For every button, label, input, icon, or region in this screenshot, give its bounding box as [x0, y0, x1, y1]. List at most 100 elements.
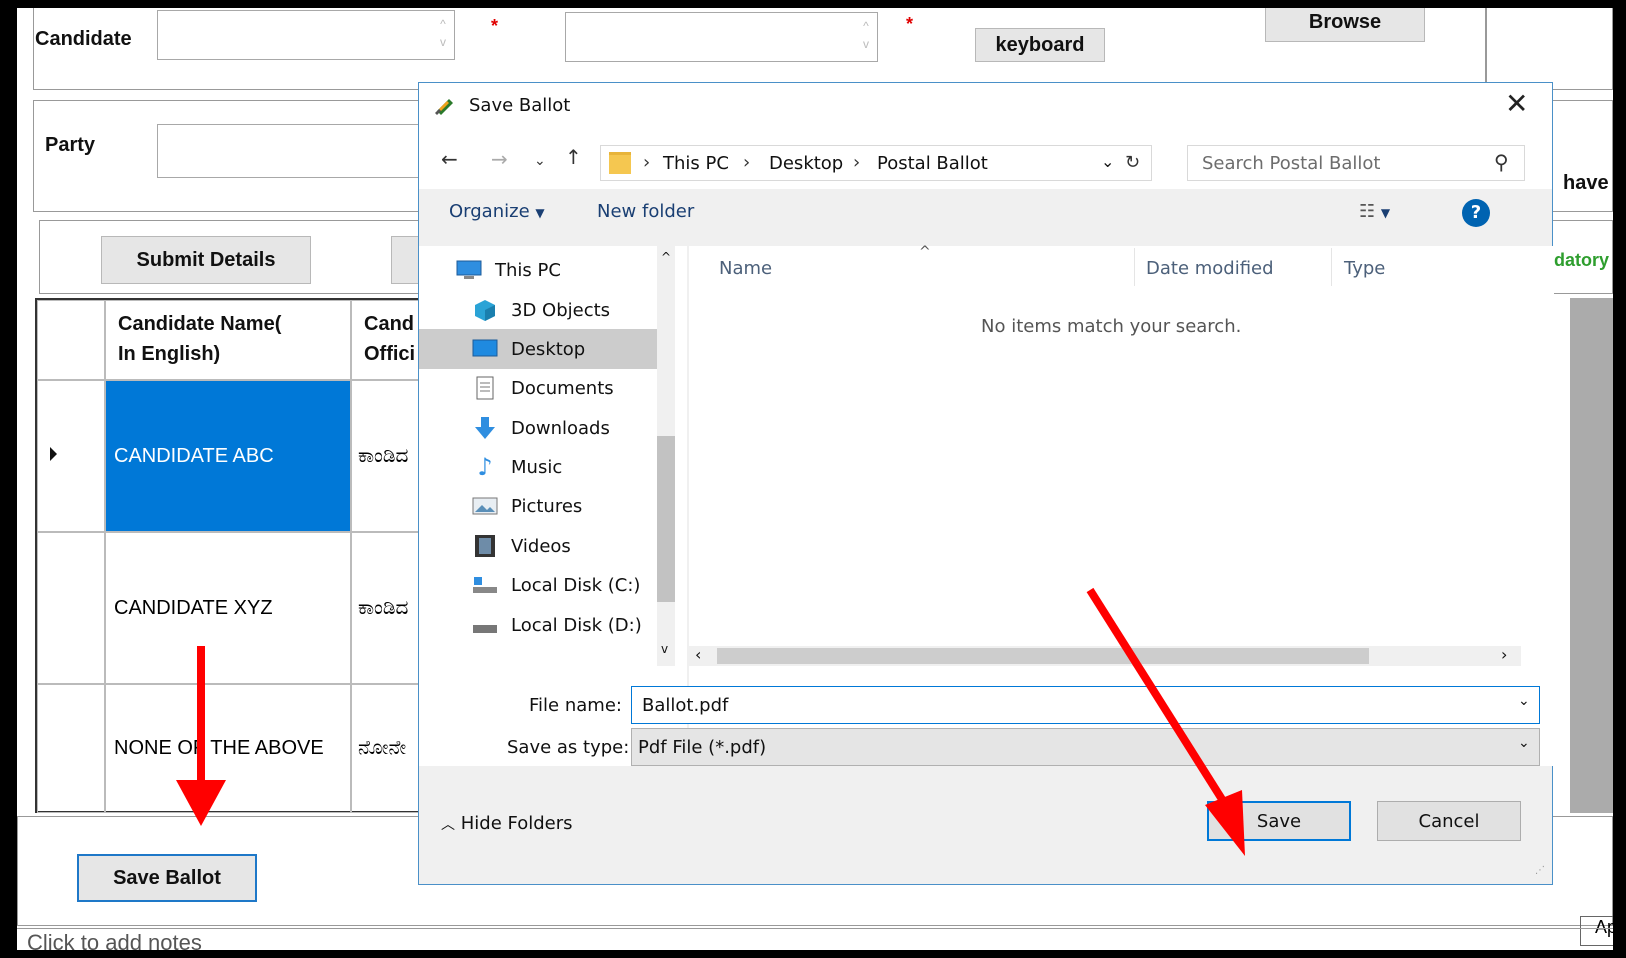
address-bar[interactable]: › This PC › Desktop › Postal Ballot ⌄ ↻ — [600, 145, 1152, 181]
scroll-left-icon[interactable]: ‹ — [695, 645, 701, 664]
dialog-title: Save Ballot — [469, 95, 571, 116]
scroll-arrows-icon[interactable]: ^ v — [857, 17, 875, 53]
save-ballot-button[interactable]: Save Ballot — [77, 854, 257, 902]
chevron-down-icon[interactable]: ⌄ — [1101, 152, 1114, 171]
dropdown-icon: ▼ — [535, 206, 545, 220]
row-selector[interactable] — [37, 684, 105, 813]
save-as-type-label: Save as type: — [507, 737, 630, 758]
breadcrumb-desktop[interactable]: Desktop — [769, 153, 843, 174]
notes-area[interactable]: Click to add notes — [17, 928, 1613, 950]
arrow-head-icon — [176, 780, 226, 826]
desktop-icon — [471, 337, 499, 361]
chevron-right-icon: › — [743, 152, 751, 173]
candidate-label: Candidate — [35, 28, 132, 50]
nav-item-music[interactable]: ♪ Music — [419, 447, 657, 487]
required-marker: * — [491, 16, 499, 36]
hide-folders-button[interactable]: ︿ Hide Folders — [441, 813, 573, 834]
row-selector[interactable] — [37, 532, 105, 684]
pictures-icon — [471, 494, 499, 518]
nav-item-documents[interactable]: Documents — [419, 368, 657, 408]
organize-menu[interactable]: Organize ▼ — [449, 201, 545, 222]
back-arrow-icon[interactable]: ← — [441, 147, 458, 171]
breadcrumb-this-pc[interactable]: This PC — [663, 153, 729, 174]
search-icon[interactable]: ⚲ — [1494, 150, 1509, 174]
chevron-right-icon: › — [853, 152, 861, 173]
grid-header-official: Cand Offici — [351, 300, 425, 380]
nav-item-local-disk-c[interactable]: Local Disk (C:) — [419, 565, 657, 605]
scroll-down-icon[interactable]: v — [661, 642, 668, 656]
annotation-arrow-left — [197, 646, 205, 782]
divider — [1485, 8, 1487, 90]
nav-item-3d-objects[interactable]: 3D Objects — [419, 290, 657, 330]
scroll-thumb[interactable] — [717, 648, 1369, 664]
party-label: Party — [45, 134, 96, 156]
browse-button[interactable]: Browse — [1265, 8, 1425, 42]
table-row-name[interactable]: CANDIDATE XYZ — [105, 532, 351, 684]
column-header-date[interactable]: Date modified — [1146, 258, 1274, 279]
save-as-type-value: Pdf File (*.pdf) — [638, 737, 767, 758]
row-selector[interactable] — [37, 380, 105, 532]
table-row-name[interactable]: CANDIDATE ABC — [105, 380, 351, 532]
view-options-icon[interactable]: ☷ ▼ — [1359, 201, 1390, 222]
save-dialog: Save Ballot ✕ ← → ⌄ ↑ › This PC › Deskto… — [418, 82, 1554, 885]
local-disk-d-icon — [471, 613, 499, 637]
nav-item-videos[interactable]: Videos — [419, 526, 657, 566]
downloads-icon — [471, 416, 499, 440]
search-placeholder: Search Postal Ballot — [1202, 153, 1381, 174]
chevron-down-icon[interactable]: ⌄ — [1518, 735, 1530, 751]
required-marker: * — [906, 14, 914, 34]
resize-grip-icon[interactable]: ⋰ — [1535, 865, 1545, 876]
grid-empty-area — [1570, 298, 1613, 813]
nav-item-downloads[interactable]: Downloads — [419, 408, 657, 448]
up-arrow-icon[interactable]: ↑ — [565, 145, 582, 169]
refresh-icon[interactable]: ↻ — [1125, 152, 1140, 173]
sort-up-icon: ^ — [919, 244, 931, 260]
documents-icon — [471, 376, 499, 400]
nav-item-pictures[interactable]: Pictures — [419, 486, 657, 526]
close-icon[interactable]: ✕ — [1505, 87, 1528, 120]
table-row-name[interactable]: NONE OF THE ABOVE — [105, 684, 351, 813]
column-divider — [1331, 248, 1332, 286]
nav-item-desktop[interactable]: Desktop — [419, 329, 657, 369]
scroll-arrows-icon[interactable]: ^ v — [434, 15, 452, 51]
candidate-local-input[interactable]: ^ v — [565, 12, 878, 62]
forward-arrow-icon[interactable]: → — [491, 147, 508, 171]
chevron-right-icon: › — [643, 152, 651, 173]
cancel-button[interactable]: Cancel — [1377, 801, 1521, 841]
music-icon: ♪ — [477, 453, 493, 481]
nav-item-local-disk-d[interactable]: Local Disk (D:) — [419, 605, 657, 645]
scroll-right-icon[interactable]: › — [1501, 645, 1507, 664]
3d-objects-icon — [471, 298, 499, 322]
nav-item-this-pc[interactable]: This PC — [419, 250, 657, 290]
this-pc-icon — [455, 258, 483, 282]
help-icon[interactable]: ? — [1462, 199, 1490, 227]
chevron-down-icon[interactable]: ⌄ — [1518, 693, 1530, 709]
scroll-thumb[interactable] — [657, 436, 675, 602]
table-row-official[interactable]: ಕಾಂಡಿದ — [351, 380, 425, 532]
nav-scrollbar[interactable]: ^ v — [657, 246, 675, 666]
partial-label-have: have — [1563, 172, 1609, 194]
dialog-titlebar — [419, 83, 1552, 129]
column-header-type[interactable]: Type — [1344, 258, 1385, 279]
grid-corner-cell — [37, 300, 105, 380]
mandatory-note: datory — [1554, 250, 1610, 270]
party-input[interactable] — [157, 124, 427, 178]
app-icon — [433, 93, 457, 117]
scroll-up-icon[interactable]: ^ — [661, 250, 671, 264]
new-folder-button[interactable]: New folder — [597, 201, 694, 222]
breadcrumb-postal-ballot[interactable]: Postal Ballot — [877, 153, 988, 174]
candidate-name-input[interactable]: ^ v — [157, 10, 455, 60]
keyboard-button[interactable]: keyboard — [975, 28, 1105, 62]
empty-message: No items match your search. — [981, 316, 1242, 337]
submit-details-button[interactable]: Submit Details — [101, 236, 311, 284]
column-divider — [1134, 248, 1135, 286]
recent-locations-icon[interactable]: ⌄ — [534, 153, 546, 169]
search-input[interactable]: Search Postal Ballot ⚲ — [1187, 145, 1525, 181]
table-row-official[interactable]: ನೋನೇ — [351, 684, 425, 813]
chevron-up-icon: ︿ — [441, 817, 455, 833]
current-row-icon — [50, 447, 57, 461]
local-disk-c-icon — [471, 573, 499, 597]
file-name-value: Ballot.pdf — [642, 695, 729, 716]
table-row-official[interactable]: ಕಾಂಡಿದ — [351, 532, 425, 684]
column-header-name[interactable]: Name — [719, 258, 772, 279]
